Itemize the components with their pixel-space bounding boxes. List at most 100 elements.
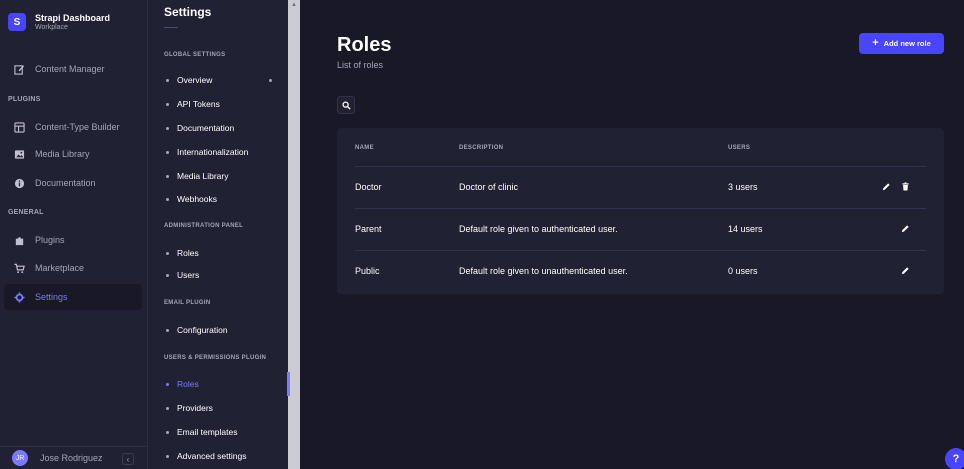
app-root: S Strapi Dashboard Workplace Content Man… bbox=[0, 0, 964, 469]
brand[interactable]: S Strapi Dashboard Workplace bbox=[8, 8, 140, 36]
nav-label-media-library: Media Library bbox=[35, 149, 90, 159]
subnav-label: Email templates bbox=[177, 427, 238, 437]
table-row[interactable]: Parent Default role given to authenticat… bbox=[355, 208, 926, 250]
pencil-icon bbox=[901, 224, 909, 232]
user-name[interactable]: Jose Rodriguez bbox=[40, 453, 103, 463]
subnav-label: Overview bbox=[177, 75, 213, 85]
bullet-icon bbox=[166, 126, 169, 130]
avatar[interactable]: JR bbox=[12, 450, 28, 466]
role-description: Default role given to authenticated user… bbox=[459, 224, 618, 234]
subnav-label: Roles bbox=[177, 248, 199, 258]
bullet-icon bbox=[166, 382, 169, 386]
subnav-link-admin-users[interactable]: Users bbox=[166, 268, 284, 282]
roles-table: NAME DESCRIPTION USERS Doctor Doctor of … bbox=[337, 128, 944, 294]
search-icon bbox=[341, 100, 351, 110]
role-name: Doctor bbox=[355, 182, 382, 192]
bullet-icon bbox=[166, 406, 169, 410]
subnav-title: Settings bbox=[164, 5, 212, 19]
page-title: Roles bbox=[337, 34, 392, 56]
layout-icon bbox=[14, 121, 25, 133]
column-header-users[interactable]: USERS bbox=[728, 145, 750, 151]
nav-label-documentation: Documentation bbox=[35, 178, 96, 188]
subnav-link-overview[interactable]: Overview bbox=[166, 73, 284, 87]
user-footer: JR Jose Rodriguez ‹ bbox=[0, 446, 148, 469]
column-header-name[interactable]: NAME bbox=[355, 145, 374, 151]
scroll-up-arrow-icon[interactable]: ▲ bbox=[291, 2, 297, 8]
subnav-link-advanced-settings[interactable]: Advanced settings bbox=[166, 449, 284, 463]
indicator-dot-icon bbox=[269, 78, 272, 82]
nav-item-documentation[interactable]: Documentation bbox=[4, 170, 142, 196]
nav-item-content-manager[interactable]: Content Manager bbox=[4, 56, 142, 82]
delete-role-button[interactable] bbox=[899, 180, 911, 192]
subnav-link-api-tokens[interactable]: API Tokens bbox=[166, 97, 284, 111]
add-new-role-button[interactable]: + Add new role bbox=[859, 33, 944, 54]
pencil-square-icon bbox=[14, 64, 25, 75]
subnav-link-internationalization[interactable]: Internationalization bbox=[166, 145, 284, 159]
role-description: Doctor of clinic bbox=[459, 182, 519, 192]
puzzle-icon bbox=[14, 235, 25, 246]
subnav-label: Configuration bbox=[177, 325, 228, 335]
subnav-link-webhooks[interactable]: Webhooks bbox=[166, 192, 284, 206]
bullet-icon bbox=[166, 150, 169, 154]
subnav-label: API Tokens bbox=[177, 99, 220, 109]
role-users-count: 14 users bbox=[728, 224, 763, 234]
column-header-description[interactable]: DESCRIPTION bbox=[459, 145, 503, 151]
subnav-link-providers[interactable]: Providers bbox=[166, 401, 284, 415]
nav-label-plugins: Plugins bbox=[35, 235, 65, 245]
nav-item-content-type-builder[interactable]: Content-Type Builder bbox=[4, 114, 142, 140]
scrollbar[interactable] bbox=[288, 0, 300, 469]
edit-role-button[interactable] bbox=[899, 222, 911, 234]
nav-item-marketplace[interactable]: Marketplace bbox=[4, 255, 142, 281]
active-indicator bbox=[287, 372, 290, 396]
section-email-plugin: EMAIL PLUGIN bbox=[164, 300, 211, 306]
nav-label-content-type-builder: Content-Type Builder bbox=[35, 122, 120, 132]
role-description: Default role given to unauthenticated us… bbox=[459, 266, 628, 276]
edit-role-button[interactable] bbox=[880, 180, 892, 192]
bullet-icon bbox=[166, 430, 169, 434]
bullet-icon bbox=[166, 251, 169, 255]
info-icon bbox=[14, 178, 25, 189]
table-row[interactable]: Doctor Doctor of clinic 3 users bbox=[355, 166, 926, 208]
bullet-icon bbox=[166, 273, 169, 277]
subnav-link-up-roles[interactable]: Roles bbox=[166, 377, 284, 391]
nav-label-settings: Settings bbox=[35, 292, 68, 302]
subnav-label: Media Library bbox=[177, 171, 229, 181]
main-content: Roles List of roles + Add new role NAME … bbox=[300, 0, 964, 469]
search-button[interactable] bbox=[337, 96, 355, 114]
pencil-icon bbox=[882, 182, 890, 190]
edit-role-button[interactable] bbox=[899, 264, 911, 276]
brand-title: Strapi Dashboard bbox=[35, 12, 111, 23]
subnav-link-configuration[interactable]: Configuration bbox=[166, 323, 284, 337]
subnav-link-admin-roles[interactable]: Roles bbox=[166, 246, 284, 260]
subnav-link-documentation[interactable]: Documentation bbox=[166, 121, 284, 135]
plus-icon: + bbox=[872, 37, 879, 49]
section-administration-panel: ADMINISTRATION PANEL bbox=[164, 223, 244, 229]
subnav-label: Users bbox=[177, 270, 200, 280]
add-new-role-label: Add new role bbox=[883, 39, 931, 48]
nav-section-plugins: PLUGINS bbox=[8, 96, 41, 103]
subnav-label: Providers bbox=[177, 403, 213, 413]
subnav-label: Webhooks bbox=[177, 194, 218, 204]
table-row[interactable]: Public Default role given to unauthentic… bbox=[355, 250, 926, 292]
image-icon bbox=[14, 149, 25, 160]
subnav-label: Documentation bbox=[177, 123, 235, 133]
collapse-nav-button[interactable]: ‹ bbox=[122, 453, 134, 465]
section-users-permissions: USERS & PERMISSIONS PLUGIN bbox=[164, 355, 267, 361]
gear-icon bbox=[14, 291, 25, 303]
bullet-icon bbox=[166, 102, 169, 106]
subnav-label: Internationalization bbox=[177, 147, 249, 157]
subnav-label: Roles bbox=[177, 379, 199, 389]
pencil-icon bbox=[901, 266, 909, 274]
role-name: Parent bbox=[355, 224, 382, 234]
subnav-link-email-templates[interactable]: Email templates bbox=[166, 425, 284, 439]
subnav-link-media-library[interactable]: Media Library bbox=[166, 169, 284, 183]
nav-item-plugins[interactable]: Plugins bbox=[4, 227, 142, 253]
bullet-icon bbox=[166, 174, 169, 178]
help-button[interactable]: ? bbox=[945, 448, 964, 469]
strapi-logo-icon: S bbox=[8, 13, 26, 31]
bullet-icon bbox=[166, 78, 169, 82]
nav-item-media-library[interactable]: Media Library bbox=[4, 141, 142, 167]
subnav-divider bbox=[164, 27, 178, 28]
nav-section-general: GENERAL bbox=[8, 209, 44, 216]
nav-item-settings[interactable]: Settings bbox=[4, 284, 142, 310]
